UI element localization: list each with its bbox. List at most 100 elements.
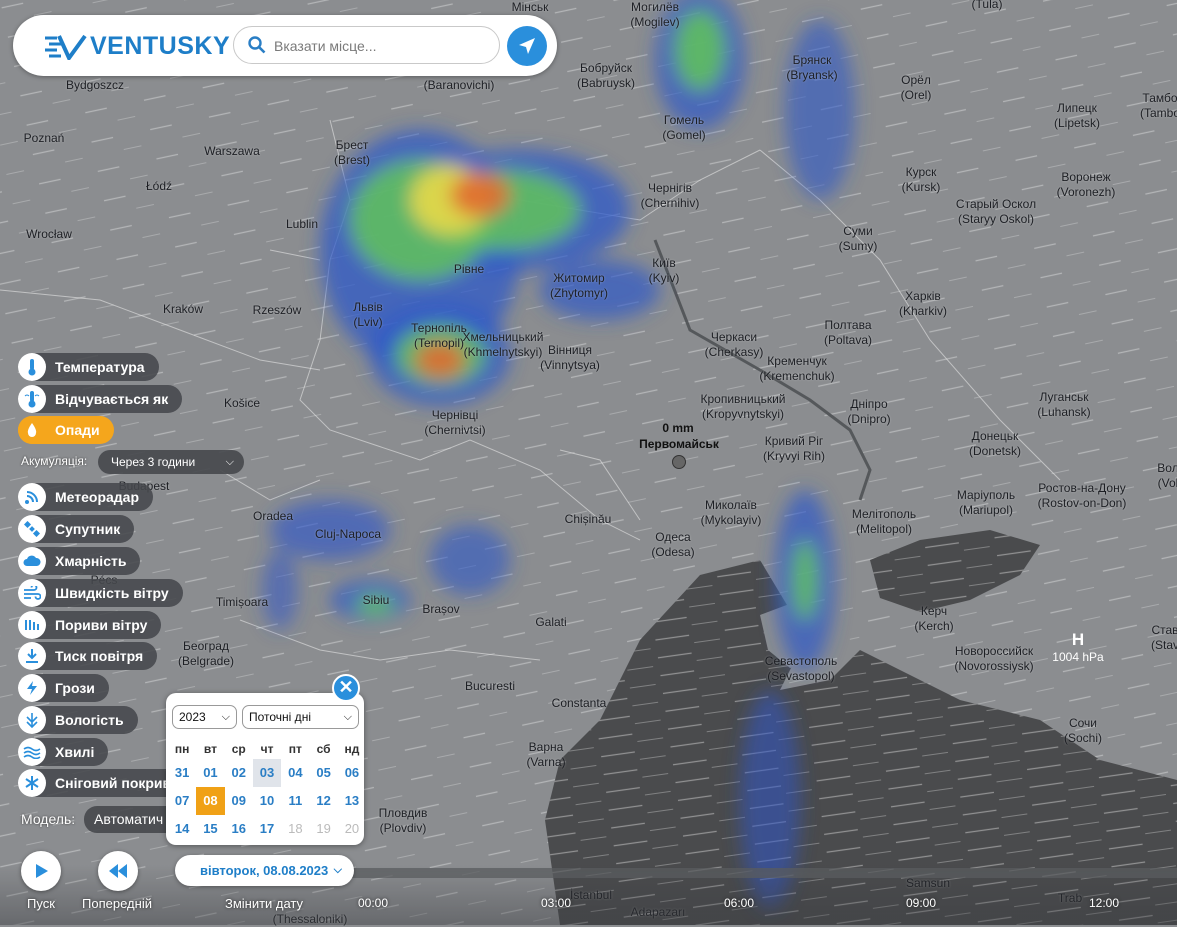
city-latin-name: (Cherkasy) bbox=[704, 345, 764, 359]
city-label: Kraków bbox=[163, 302, 203, 317]
city-label: Бобруйск (Babruysk) bbox=[577, 61, 635, 91]
calendar-day[interactable]: 01 bbox=[196, 759, 224, 787]
city-latin-name: (Lipetsk) bbox=[1053, 116, 1101, 130]
calendar-day[interactable]: 06 bbox=[338, 759, 366, 787]
layer-item[interactable]: Хмарність bbox=[18, 547, 141, 575]
city-latin-name: (Zhytomyr) bbox=[550, 286, 608, 300]
city-latin-name: (Kursk) bbox=[901, 180, 941, 194]
calendar-day[interactable]: 31 bbox=[168, 759, 196, 787]
city-name: Полтава bbox=[824, 318, 872, 332]
city-label: Харків (Kharkiv) bbox=[899, 289, 947, 319]
city-name: Дніпро bbox=[850, 397, 888, 411]
search-icon bbox=[248, 36, 266, 54]
calendar-day[interactable]: 09 bbox=[225, 787, 253, 815]
ventusky-logo[interactable]: VENTUSKY bbox=[43, 32, 230, 61]
calendar-day[interactable]: 04 bbox=[281, 759, 309, 787]
layer-item[interactable]: Грози bbox=[18, 674, 109, 702]
range-select[interactable]: Поточні дні ⌵ bbox=[242, 705, 359, 729]
year-select[interactable]: 2023 ⌵ bbox=[172, 705, 237, 729]
play-button[interactable] bbox=[21, 851, 61, 891]
city-latin-name: (Orel) bbox=[900, 88, 932, 102]
city-name: Одеса bbox=[655, 530, 691, 544]
search-box[interactable] bbox=[233, 26, 500, 64]
city-label: Луганськ (Luhansk) bbox=[1037, 390, 1090, 420]
city-name: Гомель bbox=[663, 113, 705, 127]
layer-item[interactable]: Швидкість вітру bbox=[18, 579, 183, 607]
weekday-label: сб bbox=[316, 742, 331, 756]
city-latin-name: (Sochi) bbox=[1063, 731, 1103, 745]
timeline-tick[interactable]: 09:00 bbox=[906, 896, 936, 910]
city-name: Севастополь bbox=[764, 654, 838, 668]
layer-item[interactable]: Хвилі bbox=[18, 738, 109, 766]
point-marker[interactable] bbox=[672, 455, 686, 469]
cloud-icon bbox=[18, 547, 46, 575]
city-latin-name: (Mykolayiv) bbox=[700, 513, 762, 527]
date-select[interactable]: вівторок, 08.08.2023 ⌵ bbox=[175, 855, 354, 886]
city-latin-name: (Chernihiv) bbox=[640, 196, 700, 210]
calendar-day[interactable]: 16 bbox=[225, 815, 253, 843]
calendar-day[interactable]: 15 bbox=[196, 815, 224, 843]
city-name: Тамбо bbox=[1142, 91, 1177, 105]
calendar-day[interactable]: 10 bbox=[253, 787, 281, 815]
accumulation-select[interactable]: Через 3 години ⌵ bbox=[98, 450, 244, 474]
timeline-tick[interactable]: 03:00 bbox=[541, 896, 571, 910]
layer-item[interactable]: Пориви вітру bbox=[18, 611, 162, 639]
locate-button[interactable] bbox=[507, 26, 547, 66]
city-name: Galati bbox=[535, 615, 567, 629]
play-label: Пуск bbox=[27, 896, 55, 911]
city-label: Ростов-на-Дону (Rostov-on-Don) bbox=[1038, 481, 1127, 511]
layer-item[interactable]: Відчувається як bbox=[18, 385, 183, 413]
timeline-tick[interactable]: 06:00 bbox=[724, 896, 754, 910]
city-name: Новороссийск bbox=[954, 644, 1034, 658]
calendar-day[interactable]: 08 bbox=[196, 787, 225, 815]
previous-button[interactable] bbox=[98, 851, 138, 891]
layer-item[interactable]: Супутник bbox=[18, 515, 135, 543]
calendar-day[interactable]: 05 bbox=[309, 759, 337, 787]
city-name: Луганськ bbox=[1039, 390, 1089, 404]
change-date-label[interactable]: Змінити дату bbox=[225, 896, 303, 911]
city-name: (Baranovichi) bbox=[423, 78, 495, 92]
city-label: Житомир (Zhytomyr) bbox=[550, 271, 608, 301]
weekday-header: пн вт ср чт пт сб нд bbox=[168, 739, 366, 759]
layer-label: Сніговий покрив bbox=[55, 775, 172, 791]
city-label: Пловдив (Plovdiv) bbox=[379, 806, 428, 836]
layer-label: Хмарність bbox=[55, 553, 127, 569]
city-name: Курск bbox=[905, 165, 937, 179]
weekday-label: нд bbox=[344, 742, 360, 756]
previous-label: Попередній bbox=[82, 896, 152, 911]
model-value: Автоматич bbox=[94, 811, 164, 827]
layer-item[interactable]: Вологість bbox=[18, 706, 138, 734]
city-name: Sibiu bbox=[362, 593, 390, 607]
city-label: Вінниця (Vinnytsya) bbox=[540, 343, 600, 373]
chevron-down-icon: ⌵ bbox=[225, 456, 234, 468]
close-calendar-button[interactable]: ✕ bbox=[332, 674, 360, 702]
timeline-bar[interactable] bbox=[300, 868, 1177, 878]
calendar-day[interactable]: 11 bbox=[281, 787, 309, 815]
layer-label: Супутник bbox=[55, 521, 121, 537]
timeline-tick[interactable]: 12:00 bbox=[1089, 896, 1119, 910]
calendar-day[interactable]: 13 bbox=[338, 787, 366, 815]
city-name: Poznań bbox=[23, 131, 65, 145]
city-label: Lublin bbox=[286, 217, 318, 232]
layer-item[interactable]: Метеорадар bbox=[18, 483, 154, 511]
city-name: Донецьк bbox=[971, 429, 1019, 443]
layer-item[interactable]: Опади bbox=[18, 416, 114, 444]
calendar-day[interactable]: 14 bbox=[168, 815, 196, 843]
layer-item[interactable]: Сніговий покрив bbox=[18, 769, 186, 797]
calendar-day[interactable]: 12 bbox=[309, 787, 337, 815]
lightning-icon bbox=[18, 674, 46, 702]
search-input[interactable] bbox=[274, 36, 489, 55]
layer-item[interactable]: Тиск повітря bbox=[18, 642, 158, 670]
city-latin-name: (Donetsk) bbox=[968, 444, 1022, 458]
calendar-day[interactable]: 02 bbox=[225, 759, 253, 787]
calendar-day[interactable]: 03 bbox=[252, 759, 282, 787]
calendar-day[interactable]: 17 bbox=[253, 815, 281, 843]
calendar-day[interactable]: 07 bbox=[168, 787, 196, 815]
city-name: Constanta bbox=[551, 696, 607, 710]
layer-item[interactable]: Температура bbox=[18, 353, 159, 381]
timeline-tick[interactable]: 00:00 bbox=[358, 896, 388, 910]
city-label: Став (Stav bbox=[1151, 623, 1177, 653]
model-select[interactable]: Автоматич bbox=[84, 806, 166, 833]
city-label: Новороссийск (Novorossiysk) bbox=[954, 644, 1033, 674]
calendar-day: 18 bbox=[288, 821, 303, 836]
